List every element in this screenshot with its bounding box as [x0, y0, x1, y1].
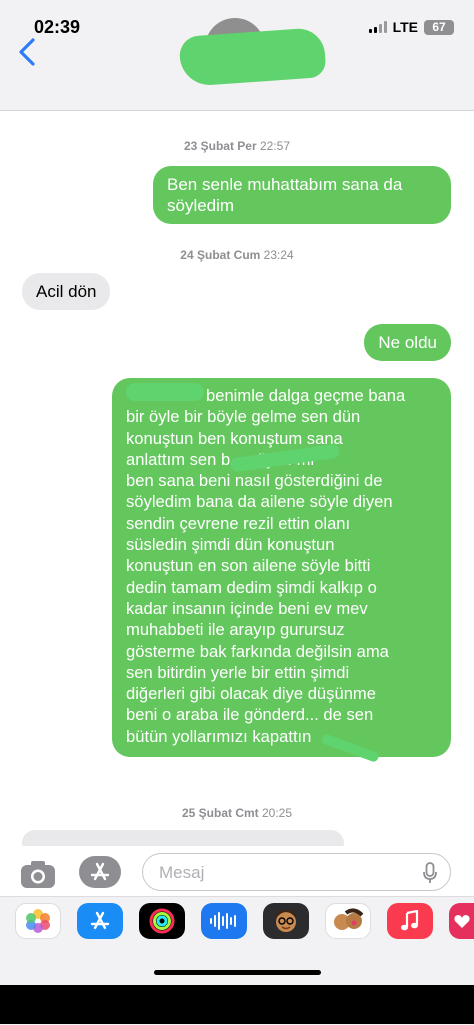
message-line: dedin tamam dedim şimdi kalkıp o [126, 577, 377, 597]
app-store-icon[interactable] [79, 856, 121, 888]
camera-icon[interactable] [19, 858, 57, 890]
message-line: muhabbeti ile arayıp gurursuz [126, 620, 345, 640]
memoji-stickers-app-icon[interactable] [325, 903, 371, 939]
digital-touch-app-icon[interactable] [449, 903, 474, 939]
message-line: sen bitirdin yerle bir ettin şimdi [126, 662, 350, 682]
home-indicator[interactable] [154, 970, 321, 975]
message-line: süsledin şimdi dün konuştun [126, 535, 335, 555]
message-line: bütün yollarımızı kapattın [126, 726, 312, 746]
message-line: diğerleri gibi olacak diye düşünme [126, 684, 376, 704]
message-sent-2[interactable]: Ne oldu [364, 324, 451, 361]
status-indicators: LTE 67 [368, 19, 454, 35]
activity-app-icon[interactable] [139, 903, 185, 939]
message-line: ben sana beni nasıl gösterdiğini de [126, 471, 383, 491]
audio-message-app-icon[interactable] [201, 903, 247, 939]
timestamp-1: 23 Şubat Per 22:57 [183, 139, 291, 153]
signal-icon [368, 21, 387, 33]
message-line: konuştun ben konuştum sana [126, 428, 343, 448]
message-field[interactable] [142, 853, 451, 891]
redaction-scribble [178, 27, 327, 87]
message-line: beni o araba ile gönderd... de sen [126, 705, 374, 725]
conversation-header: 02:39 LTE 67 [0, 0, 474, 111]
message-line: bir öyle bir böyle gelme sen dün [126, 407, 361, 427]
timestamp-3: 25 Şubat Cmt 20:25 [181, 806, 293, 820]
network-type: LTE [392, 19, 418, 35]
photos-app-icon[interactable] [15, 903, 61, 939]
message-received-1[interactable]: Acil dön [22, 273, 111, 310]
memoji-app-icon[interactable] [263, 903, 309, 939]
message-line: kadar insanın içinde beni ev mev [126, 598, 368, 618]
redaction-scribble [126, 383, 204, 401]
bottom-edge [0, 985, 474, 1024]
message-sent-3[interactable]: benimle dalga geçme bana bir öyle bir bö… [112, 378, 451, 763]
music-app-icon[interactable] [387, 903, 433, 939]
message-line: sendin çevrene rezil ettin olanı [126, 513, 351, 533]
status-time: 02:39 [34, 17, 81, 37]
app-store-app-icon[interactable] [77, 903, 123, 939]
message-line: söyledim bana da ailene söyle diyen [126, 492, 393, 512]
message-sent-1[interactable]: Ben senle muhattabım sana da söyledim [153, 166, 451, 224]
message-input[interactable] [157, 862, 401, 884]
message-line: gösterme bak farkında değilsin ama [126, 641, 389, 661]
battery-icon: 67 [424, 19, 454, 35]
timestamp-2: 24 Şubat Cum 23:24 [180, 248, 294, 262]
microphone-icon[interactable] [422, 862, 438, 884]
message-line: konuştun en son ailene söyle bitti [126, 556, 371, 576]
chevron-left-icon[interactable] [14, 36, 42, 68]
